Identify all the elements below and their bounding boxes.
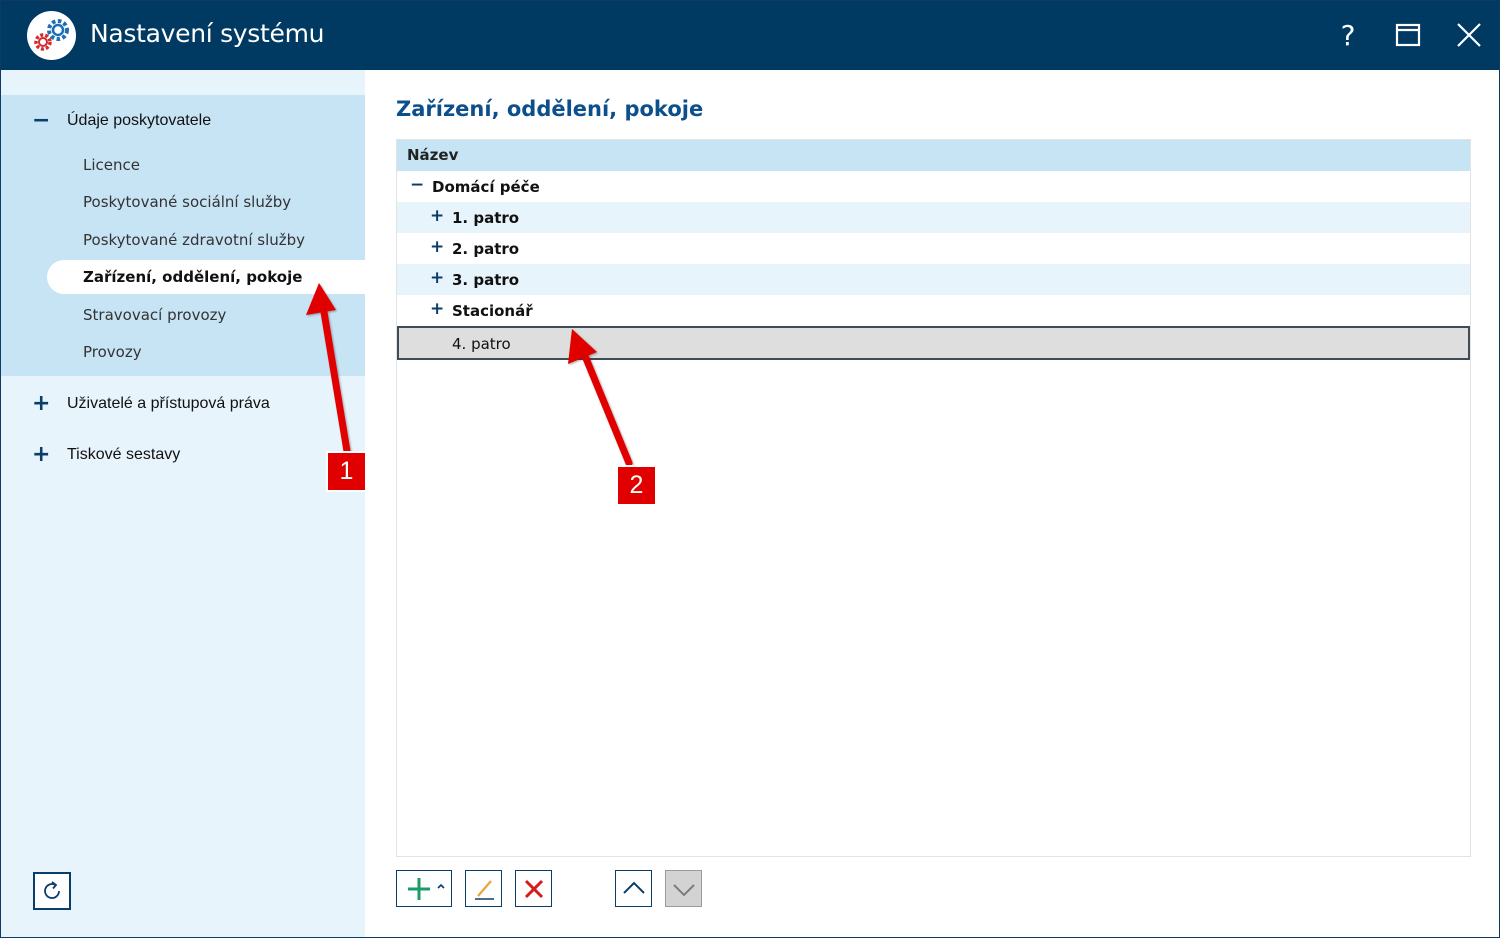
tree-row-label: Domácí péče (432, 178, 540, 196)
sidebar: − Údaje poskytovatele Licence Poskytovan… (1, 70, 365, 937)
tree-row-label: Stacionář (452, 302, 533, 320)
tree-row[interactable]: + 1. patro (397, 202, 1470, 233)
collapse-icon[interactable]: − (32, 110, 50, 132)
sidebar-item-facilities[interactable]: Zařízení, oddělení, pokoje (47, 260, 365, 294)
add-icon (408, 877, 445, 900)
expand-icon[interactable]: + (430, 300, 444, 318)
tree-row[interactable]: + Stacionář (397, 295, 1470, 326)
move-down-icon (672, 883, 695, 896)
sidebar-item-health-services[interactable]: Poskytované zdravotní služby (83, 231, 305, 249)
tree-row-label: 4. patro (452, 335, 511, 353)
sidebar-item-catering[interactable]: Stravovací provozy (83, 306, 226, 324)
title-bar: Nastavení systému ? (1, 1, 1499, 70)
facility-tree-grid: Název − Domácí péče + 1. patro + 2. patr… (396, 139, 1471, 857)
refresh-button[interactable] (33, 872, 71, 910)
tree-row-label: 1. patro (452, 209, 520, 227)
sidebar-group-header-provider[interactable]: − Údaje poskytovatele (1, 96, 365, 146)
expand-icon[interactable]: + (430, 238, 444, 256)
annotation-callout-2: 2 (616, 465, 657, 506)
move-up-icon (622, 881, 645, 894)
delete-icon (524, 879, 543, 898)
refresh-icon (44, 881, 60, 899)
page-title: Zařízení, oddělení, pokoje (396, 97, 704, 121)
move-down-button[interactable] (665, 870, 702, 907)
tree-row-label: 2. patro (452, 240, 520, 258)
edit-icon (474, 879, 494, 900)
column-header-name[interactable]: Název (397, 140, 1470, 171)
expand-icon[interactable]: + (430, 269, 444, 287)
sidebar-item-operations[interactable]: Provozy (83, 343, 142, 361)
tree-row-label: 3. patro (452, 271, 520, 289)
tree-row[interactable]: + 3. patro (397, 264, 1470, 295)
tree-row[interactable]: + 2. patro (397, 233, 1470, 264)
sidebar-item-label: Zařízení, oddělení, pokoje (83, 268, 303, 286)
sidebar-group-label: Uživatelé a přístupová práva (67, 395, 270, 412)
sidebar-group-provider: − Údaje poskytovatele Licence Poskytovan… (1, 95, 365, 376)
sidebar-item-licence[interactable]: Licence (83, 156, 140, 174)
gears-icon (27, 11, 76, 60)
sidebar-group-header-users[interactable]: + Uživatelé a přístupová práva (1, 379, 365, 429)
sidebar-group-label: Údaje poskytovatele (67, 112, 212, 129)
close-button[interactable] (1449, 15, 1489, 55)
column-header-label: Název (407, 146, 459, 164)
sidebar-group-label: Tiskové sestavy (67, 446, 181, 463)
close-icon (1457, 23, 1481, 47)
sidebar-group-header-reports[interactable]: + Tiskové sestavy (1, 430, 365, 480)
expand-icon[interactable]: + (32, 444, 50, 466)
sidebar-item-social-services[interactable]: Poskytované sociální služby (83, 193, 291, 211)
maximize-button[interactable] (1388, 15, 1428, 55)
expand-icon[interactable]: + (32, 393, 50, 415)
window-title: Nastavení systému (90, 19, 325, 48)
edit-button[interactable] (465, 870, 502, 907)
expand-icon[interactable]: + (430, 207, 444, 225)
settings-window: Nastavení systému ? − Údaje poskytovatel… (0, 0, 1500, 938)
annotation-callout-1: 1 (326, 451, 367, 492)
add-button[interactable] (396, 870, 452, 907)
maximize-icon (1395, 23, 1421, 47)
move-up-button[interactable] (615, 870, 652, 907)
tree-row-selected[interactable]: 4. patro (397, 326, 1470, 360)
collapse-icon[interactable]: − (410, 176, 424, 194)
delete-button[interactable] (515, 870, 552, 907)
help-button[interactable]: ? (1328, 15, 1368, 55)
tree-row[interactable]: − Domácí péče (397, 171, 1470, 202)
